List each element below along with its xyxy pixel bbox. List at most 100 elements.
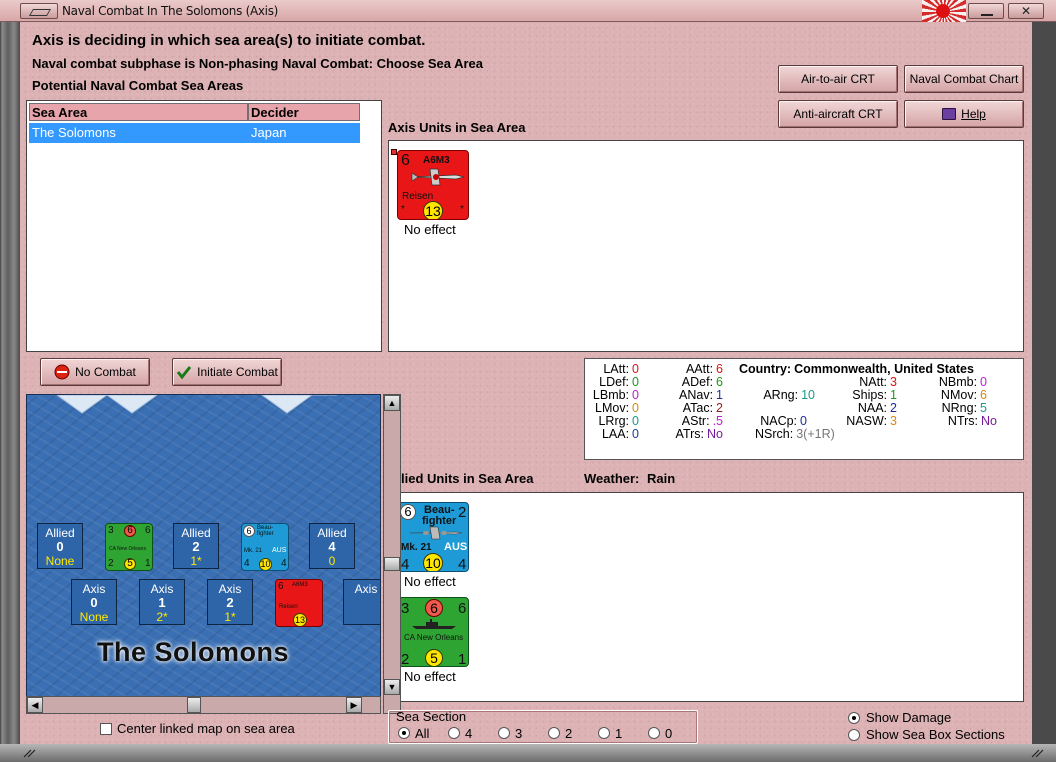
naval-combat-chart-button[interactable]: Naval Combat Chart	[904, 65, 1024, 93]
initiate-combat-button[interactable]: Initiate Combat	[172, 358, 282, 386]
map-horizontal-scrollbar[interactable]: ◀ ▶	[26, 696, 381, 714]
system-menu-button[interactable]	[20, 3, 58, 19]
axis-box-1[interactable]: Axis 1 2*	[139, 579, 185, 625]
scroll-right-arrow-icon[interactable]: ▶	[346, 697, 362, 713]
mini-e: 5	[124, 558, 136, 570]
mini-name: A6M3	[292, 582, 308, 588]
scroll-thumb[interactable]	[384, 557, 400, 571]
show-damage-radio[interactable]	[848, 712, 860, 724]
resize-corner-icon[interactable]	[22, 748, 38, 758]
counter-bottom-right: 1	[458, 651, 467, 667]
scroll-left-arrow-icon[interactable]: ◀	[27, 697, 43, 713]
scroll-thumb-horizontal[interactable]	[187, 697, 201, 713]
row-decider: Japan	[251, 125, 287, 140]
unit-stats-panel: LAtt: 0 LDef: 0 LBmb: 0 LMov: 0 LRrg: 0 LAA: 0…	[584, 358, 1024, 460]
allied-box-2[interactable]: Allied 2 1*	[173, 523, 219, 569]
sea-section-radio-all[interactable]	[398, 727, 410, 739]
sea-section-radio-2[interactable]	[548, 727, 560, 739]
no-combat-button[interactable]: No Combat	[40, 358, 150, 386]
column-header-sea-area[interactable]: Sea Area	[29, 103, 248, 121]
map-counter-ship[interactable]: 3 6 6 CA New Orleans 2 5 1	[105, 523, 153, 571]
axis-box-0[interactable]: Axis 0 None	[71, 579, 117, 625]
box-number: 1	[158, 595, 166, 610]
sea-section-radio-3[interactable]	[498, 727, 510, 739]
mini-top: 6	[278, 581, 284, 592]
weather-label: Weather:	[584, 471, 640, 486]
sea-area-map[interactable]: Allied 0 None 3 6 6 CA New Orleans 2 5 1…	[26, 394, 381, 714]
box-side: Axis	[150, 582, 174, 596]
allied-box-4[interactable]: Allied 4 0	[309, 523, 355, 569]
allied-counter-beaufighter[interactable]: 6 Beau- fighter 2 Mk. 21 AUS 4 10 4	[397, 502, 469, 572]
counter-top-right: 2	[458, 504, 467, 521]
checkmark-icon	[176, 366, 192, 380]
stat-atrs: ATrs: No	[675, 427, 723, 441]
sea-section-radio-1[interactable]	[598, 727, 610, 739]
stat-naa: NAA: 2	[857, 401, 897, 415]
stat-lmov: LMov: 0	[595, 401, 639, 415]
stat-arng: ARng: 10	[763, 388, 815, 402]
stat-adef: ADef: 6	[681, 375, 723, 389]
counter-bottom-left: 2	[401, 651, 410, 667]
air-to-air-label: Air-to-air CRT	[801, 72, 875, 86]
sea-section-3-label: 3	[515, 726, 523, 741]
sea-section-label: Sea Section	[396, 709, 467, 724]
window-title: Naval Combat In The Solomons (Axis)	[62, 4, 279, 18]
scroll-up-arrow-icon[interactable]: ▲	[384, 395, 400, 411]
mini-c: 6	[145, 525, 151, 536]
naval-chart-label: Naval Combat Chart	[909, 72, 1019, 86]
mini-b: 4	[281, 558, 287, 569]
aircraft-icon	[409, 526, 463, 540]
box-side: Allied	[317, 526, 347, 540]
counter-nation: AUS	[444, 541, 468, 553]
mini-name: Beau-fighter	[257, 525, 274, 537]
anti-aircraft-crt-button[interactable]: Anti-aircraft CRT	[778, 100, 898, 128]
stat-ships: Ships: 1	[852, 388, 897, 402]
stat-aatt: AAtt: 6	[685, 362, 723, 376]
resize-grip-icon[interactable]	[1030, 748, 1046, 758]
sea-area-table: Sea Area Decider The Solomons Japan	[26, 100, 382, 352]
help-book-icon	[942, 108, 957, 120]
counter-top-right: 6	[458, 600, 467, 617]
stat-lbmb: LBmb: 0	[592, 388, 639, 402]
show-damage-label: Show Damage	[866, 710, 952, 725]
axis-counter-a6m3[interactable]: 6 A6M3 Reisen * * 13	[397, 150, 469, 220]
box-number: 0	[90, 595, 98, 610]
sea-section-radio-4[interactable]	[448, 727, 460, 739]
allied-counter-ca-new-orleans[interactable]: 3 6 6 CA New Orleans 2 5 1	[397, 597, 469, 667]
map-vertical-scrollbar[interactable]: ▲ ▼	[383, 394, 401, 714]
box-number: 2	[226, 595, 234, 610]
close-button[interactable]	[1008, 3, 1044, 19]
box-number: 4	[328, 539, 336, 554]
scroll-down-arrow-icon[interactable]: ▼	[384, 679, 400, 695]
box-sub: None	[79, 610, 109, 624]
axis-box-3[interactable]: Axis	[343, 579, 380, 625]
map-counter-beaufighter[interactable]: 6 Beau-fighter Mk. 21 AUS 4 10 4	[241, 523, 289, 571]
sea-section-radio-0[interactable]	[648, 727, 660, 739]
table-row[interactable]: The Solomons Japan	[29, 123, 360, 143]
map-counter-a6m3[interactable]: 6 A6M3 Reisen 13	[275, 579, 323, 627]
axis-box-2[interactable]: Axis 2 1*	[207, 579, 253, 625]
stat-ldef: LDef: 0	[599, 375, 639, 389]
stat-nmov: NMov: 6	[940, 388, 987, 402]
axis-unit-effect: No effect	[404, 222, 456, 237]
mini-a: 3	[108, 525, 114, 536]
sea-areas-heading: Potential Naval Combat Sea Areas	[32, 78, 244, 93]
counter-range-circle: 5	[425, 649, 443, 666]
show-sea-box-sections-radio[interactable]	[848, 729, 860, 741]
title-bar: Naval Combat In The Solomons (Axis)	[0, 0, 1056, 22]
center-map-checkbox[interactable]	[100, 723, 112, 735]
allied-box-0[interactable]: Allied 0 None	[37, 523, 83, 569]
box-side: Allied	[45, 526, 75, 540]
box-sub: 2*	[156, 610, 168, 624]
sea-section-1-label: 1	[615, 726, 623, 741]
counter-corner-left: *	[401, 204, 405, 215]
mini-name: CA New Orleans	[109, 546, 146, 552]
counter-mark: Mk. 21	[401, 542, 432, 553]
air-to-air-crt-button[interactable]: Air-to-air CRT	[778, 65, 898, 93]
stat-nsrch: NSrch: 3(+1R)	[755, 427, 835, 441]
minimize-button[interactable]	[968, 3, 1004, 19]
stat-nbmb: NBmb: 0	[938, 375, 987, 389]
box-side: Allied	[181, 526, 211, 540]
help-button[interactable]: Help	[904, 100, 1024, 128]
column-header-decider[interactable]: Decider	[248, 103, 360, 121]
